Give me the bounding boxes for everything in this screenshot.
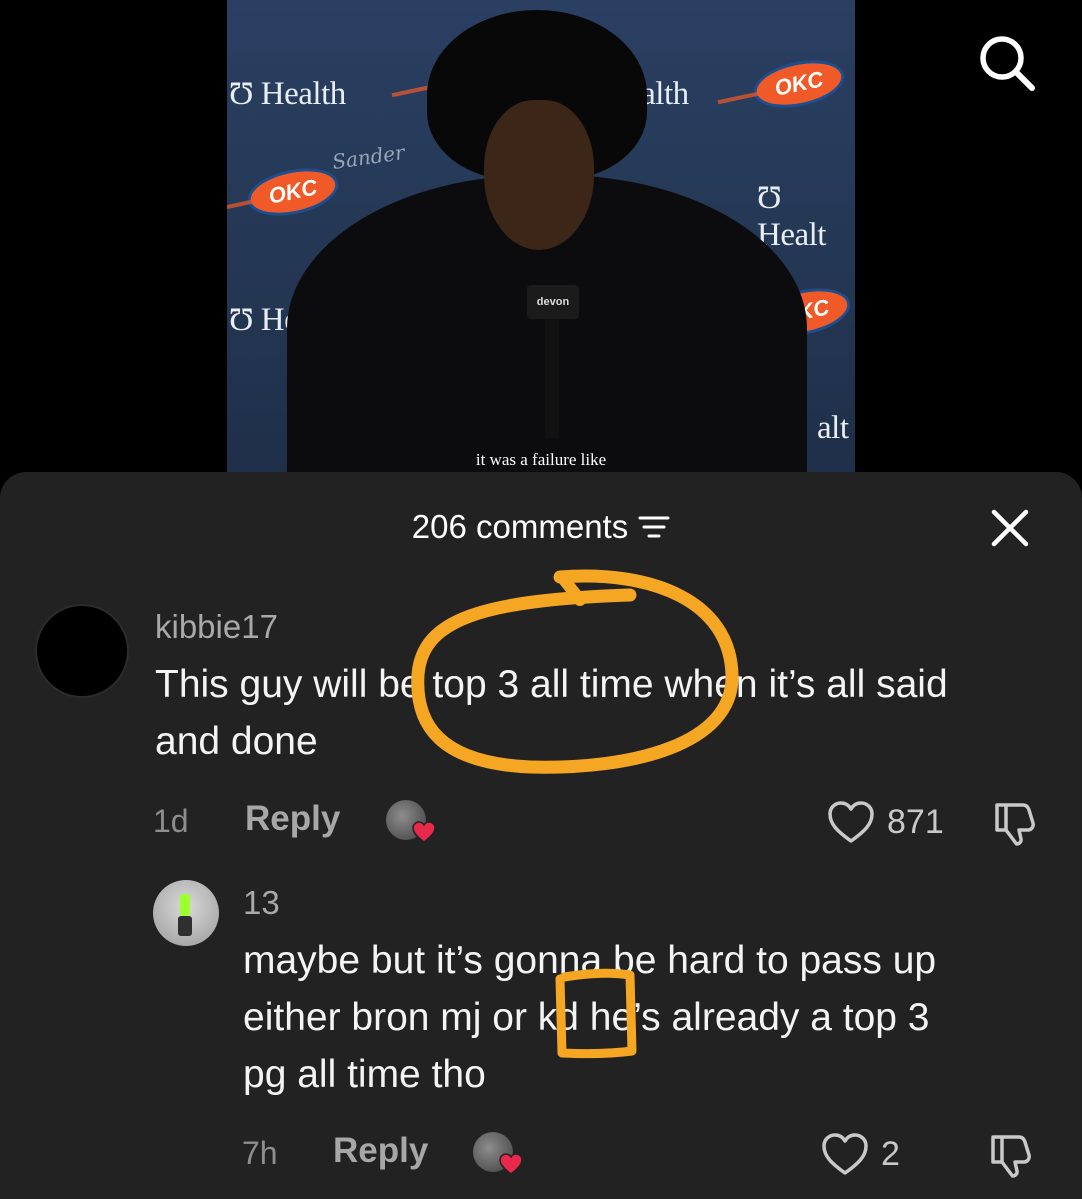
sponsor-text: Ʊ Health [229, 76, 346, 112]
like-heart-icon[interactable] [827, 800, 875, 844]
sponsor-text: Ʊ Healt [757, 180, 826, 253]
comments-panel: 206 comments kibbie17 This guy will be t… [0, 472, 1082, 1199]
dislike-icon[interactable] [987, 1131, 1035, 1179]
reply-button[interactable]: Reply [333, 1131, 428, 1171]
video-player[interactable]: Ʊ Health ealth Ʊ Healt Ʊ Hea alt OKC OKC… [227, 0, 855, 472]
watermark: Sander [330, 140, 407, 174]
comment-text: maybe but it’s gonna be hard to pass up … [243, 939, 937, 1096]
heart-icon [499, 1153, 523, 1175]
comment-text: This guy will be top 3 all time when it’… [155, 663, 948, 763]
close-icon[interactable] [990, 508, 1030, 548]
person-face [484, 100, 594, 250]
comment-username[interactable]: kibbie17 [155, 608, 278, 646]
like-heart-icon[interactable] [821, 1132, 869, 1176]
comment-time: 7h [242, 1135, 278, 1171]
video-caption: it was a failure like [475, 450, 607, 469]
comment-username[interactable]: 13 [243, 884, 280, 922]
okc-logo: OKC [243, 160, 343, 224]
sort-filter-icon[interactable] [638, 514, 670, 540]
heart-icon [412, 821, 436, 843]
avatar[interactable] [153, 880, 219, 946]
okc-logo: OKC [749, 52, 849, 116]
microphone [545, 318, 559, 438]
search-icon[interactable] [976, 32, 1036, 92]
comment-time: 1d [153, 803, 189, 839]
comments-header: 206 comments [0, 508, 1082, 546]
like-count: 871 [887, 803, 944, 841]
avatar[interactable] [35, 604, 129, 698]
dislike-icon[interactable] [991, 799, 1039, 847]
sponsor-text: alt [817, 410, 849, 446]
comment-count: 206 comments [411, 508, 629, 545]
mic-flag: devon [527, 285, 579, 319]
reply-button[interactable]: Reply [245, 799, 340, 839]
like-count: 2 [881, 1135, 900, 1173]
